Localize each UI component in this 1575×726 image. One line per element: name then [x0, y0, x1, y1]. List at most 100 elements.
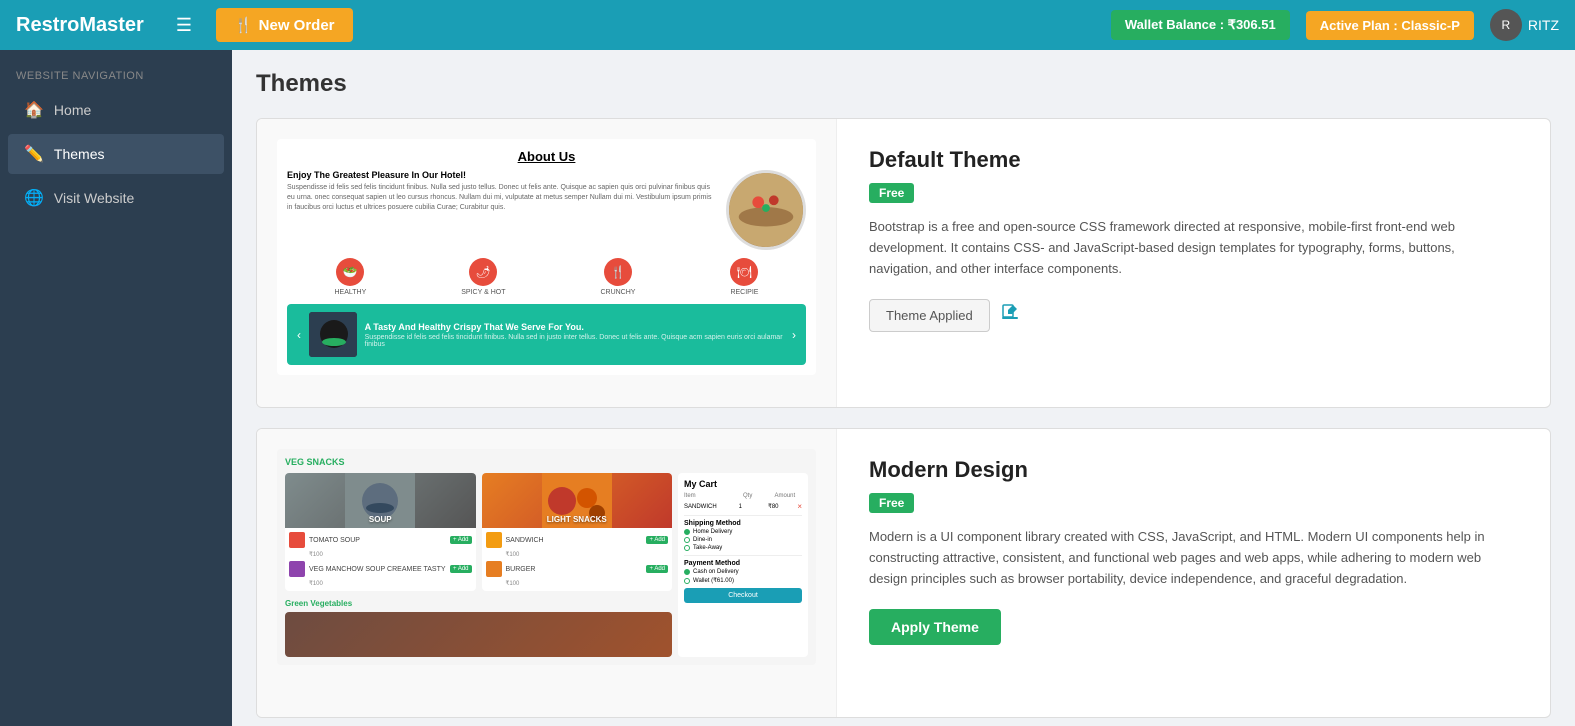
sidebar: WEBSITE NAVIGATION 🏠 Home ✏️ Themes 🌐 Vi… — [0, 50, 232, 726]
payment-cod-radio[interactable] — [684, 569, 690, 575]
sidebar-item-home[interactable]: 🏠 Home — [8, 90, 224, 130]
theme-preview-default: About Us Enjoy The Greatest Pleasure In … — [257, 119, 837, 407]
cart-item-row: SANDWICH 1 ₹80 × — [684, 502, 802, 511]
burger-price: ₹100 — [506, 580, 669, 587]
edit-icon — [1000, 303, 1020, 323]
spicy-icon-item: 🌶 SPICY & HOT — [461, 258, 505, 296]
crunchy-icon-item: 🍴 CRUNCHY — [600, 258, 635, 296]
shipping-dine-row: Dine-in — [684, 537, 802, 543]
sidebar-item-visit-website[interactable]: 🌐 Visit Website — [8, 178, 224, 218]
sidebar-item-label: Themes — [54, 146, 105, 162]
shipping-method-label: Shipping Method — [684, 520, 802, 527]
shipping-dine-radio[interactable] — [684, 537, 690, 543]
snacks-label: LIGHT SNACKS — [547, 515, 607, 524]
burger-add-btn[interactable]: + Add — [646, 565, 668, 573]
preview-about-heading: Enjoy The Greatest Pleasure In Our Hotel… — [287, 170, 718, 180]
sidebar-item-label: Home — [54, 102, 91, 118]
fork-icon: 🍴 — [234, 16, 253, 34]
preview-about-title: About Us — [287, 149, 806, 164]
sidebar-item-label: Visit Website — [54, 190, 134, 206]
banner-left-img — [309, 312, 357, 357]
soup-label: SOUP — [369, 515, 392, 524]
user-area: R RITZ — [1490, 9, 1559, 41]
main-content: Themes About Us Enjoy The Greatest Pleas… — [232, 50, 1575, 726]
globe-icon: 🌐 — [24, 188, 44, 208]
shipping-home-radio[interactable] — [684, 529, 690, 535]
crunchy-label: CRUNCHY — [600, 289, 635, 296]
modern-theme-desc: Modern is a UI component library created… — [869, 527, 1518, 589]
apply-theme-button[interactable]: Apply Theme — [869, 609, 1001, 645]
hamburger-button[interactable]: ☰ — [168, 11, 200, 40]
snacks-item-list: SANDWICH + Add ₹100 BURGER + Add — [482, 528, 673, 591]
recipe-icon-item: 🍽 RECIPIE — [730, 258, 758, 296]
manchow-price: ₹100 — [309, 580, 472, 587]
preview-about-text: Enjoy The Greatest Pleasure In Our Hotel… — [287, 170, 718, 250]
payment-wallet-label: Wallet (₹61.00) — [693, 577, 734, 584]
shipping-takeaway-label: Take-Away — [693, 545, 722, 551]
payment-method-label: Payment Method — [684, 560, 802, 567]
cart-header-row: Item Qty Amount — [684, 493, 802, 499]
spicy-icon: 🌶 — [469, 258, 497, 286]
home-icon: 🏠 — [24, 100, 44, 120]
tomato-soup-add-btn[interactable]: + Add — [450, 536, 472, 544]
tomato-soup-thumb — [289, 532, 305, 548]
shipping-takeaway-row: Take-Away — [684, 545, 802, 551]
default-theme-name: Default Theme — [869, 147, 1518, 173]
top-navbar: RestroMaster ☰ 🍴 New Order Wallet Balanc… — [0, 0, 1575, 50]
banner-bowl-svg — [309, 312, 357, 357]
healthy-icon: 🥗 — [336, 258, 364, 286]
active-plan-badge: Active Plan : Classic-P — [1306, 11, 1474, 40]
sandwich-thumb — [486, 532, 502, 548]
manchow-name: VEG MANCHOW SOUP CREAMEE TASTY — [309, 566, 446, 573]
preview-veg-snacks-label: VEG SNACKS — [285, 457, 808, 467]
default-theme-desc: Bootstrap is a free and open-source CSS … — [869, 217, 1518, 279]
food-image-circle — [726, 170, 806, 250]
shipping-takeaway-radio[interactable] — [684, 545, 690, 551]
payment-cod-label: Cash on Delivery — [693, 569, 739, 575]
payment-wallet-radio[interactable] — [684, 578, 690, 584]
shipping-home-label: Home Delivery — [693, 529, 732, 535]
cart-col-qty: Qty — [743, 493, 771, 499]
arrow-right-btn[interactable]: › — [792, 328, 796, 342]
edit-theme-button[interactable] — [1000, 303, 1020, 328]
preview-icons-row: 🥗 HEALTHY 🌶 SPICY & HOT 🍴 CRUNCHY � — [287, 258, 806, 296]
default-theme-badge: Free — [869, 183, 914, 203]
arrow-left-btn[interactable]: ‹ — [297, 328, 301, 342]
cart-item-remove[interactable]: × — [797, 502, 802, 511]
manchow-thumb — [289, 561, 305, 577]
wallet-balance-badge: Wallet Balance : ₹306.51 — [1111, 10, 1290, 40]
food-item-manchow: VEG MANCHOW SOUP CREAMEE TASTY + Add — [289, 561, 472, 577]
user-name: RITZ — [1528, 17, 1559, 33]
new-order-label: New Order — [259, 17, 335, 34]
preview-about-para: Suspendisse id felis sed felis tincidunt… — [287, 183, 718, 212]
preview-modern-left: SOUP TOMATO SOUP + Add ₹100 — [285, 473, 672, 657]
new-order-button[interactable]: 🍴 New Order — [216, 8, 353, 42]
cart-item-price: ₹80 — [768, 503, 793, 510]
checkout-button[interactable]: Checkout — [684, 588, 802, 603]
brand-name: RestroMaster — [16, 14, 144, 37]
banner-sub: Suspendisse id felis sed felis tincidunt… — [365, 334, 784, 348]
tomato-soup-price: ₹100 — [309, 551, 472, 558]
healthy-icon-item: 🥗 HEALTHY — [334, 258, 366, 296]
manchow-add-btn[interactable]: + Add — [450, 565, 472, 573]
crunchy-icon: 🍴 — [604, 258, 632, 286]
theme-card-default: About Us Enjoy The Greatest Pleasure In … — [256, 118, 1551, 408]
modern-theme-badge: Free — [869, 493, 914, 513]
preview-modern-wrap: SOUP TOMATO SOUP + Add ₹100 — [285, 473, 808, 657]
theme-info-default: Default Theme Free Bootstrap is a free a… — [837, 119, 1550, 407]
sandwich-add-btn[interactable]: + Add — [646, 536, 668, 544]
preview-about-section: About Us Enjoy The Greatest Pleasure In … — [277, 139, 816, 375]
sidebar-section-label: WEBSITE NAVIGATION — [0, 60, 232, 88]
cart-col-item: Item — [684, 493, 739, 499]
cart-col-amount: Amount — [775, 493, 803, 499]
soup-card-img: SOUP — [285, 473, 476, 528]
theme-applied-label: Theme Applied — [886, 308, 973, 323]
sidebar-item-themes[interactable]: ✏️ Themes — [8, 134, 224, 174]
preview-banner: ‹ — [287, 304, 806, 365]
banner-title: A Tasty And Healthy Crispy That We Serve… — [365, 322, 784, 332]
theme-info-modern: Modern Design Free Modern is a UI compon… — [837, 429, 1550, 717]
recipe-icon: 🍽 — [730, 258, 758, 286]
food-card-soup: SOUP TOMATO SOUP + Add ₹100 — [285, 473, 476, 591]
food-item-tomato-soup: TOMATO SOUP + Add — [289, 532, 472, 548]
payment-cod-row: Cash on Delivery — [684, 569, 802, 575]
